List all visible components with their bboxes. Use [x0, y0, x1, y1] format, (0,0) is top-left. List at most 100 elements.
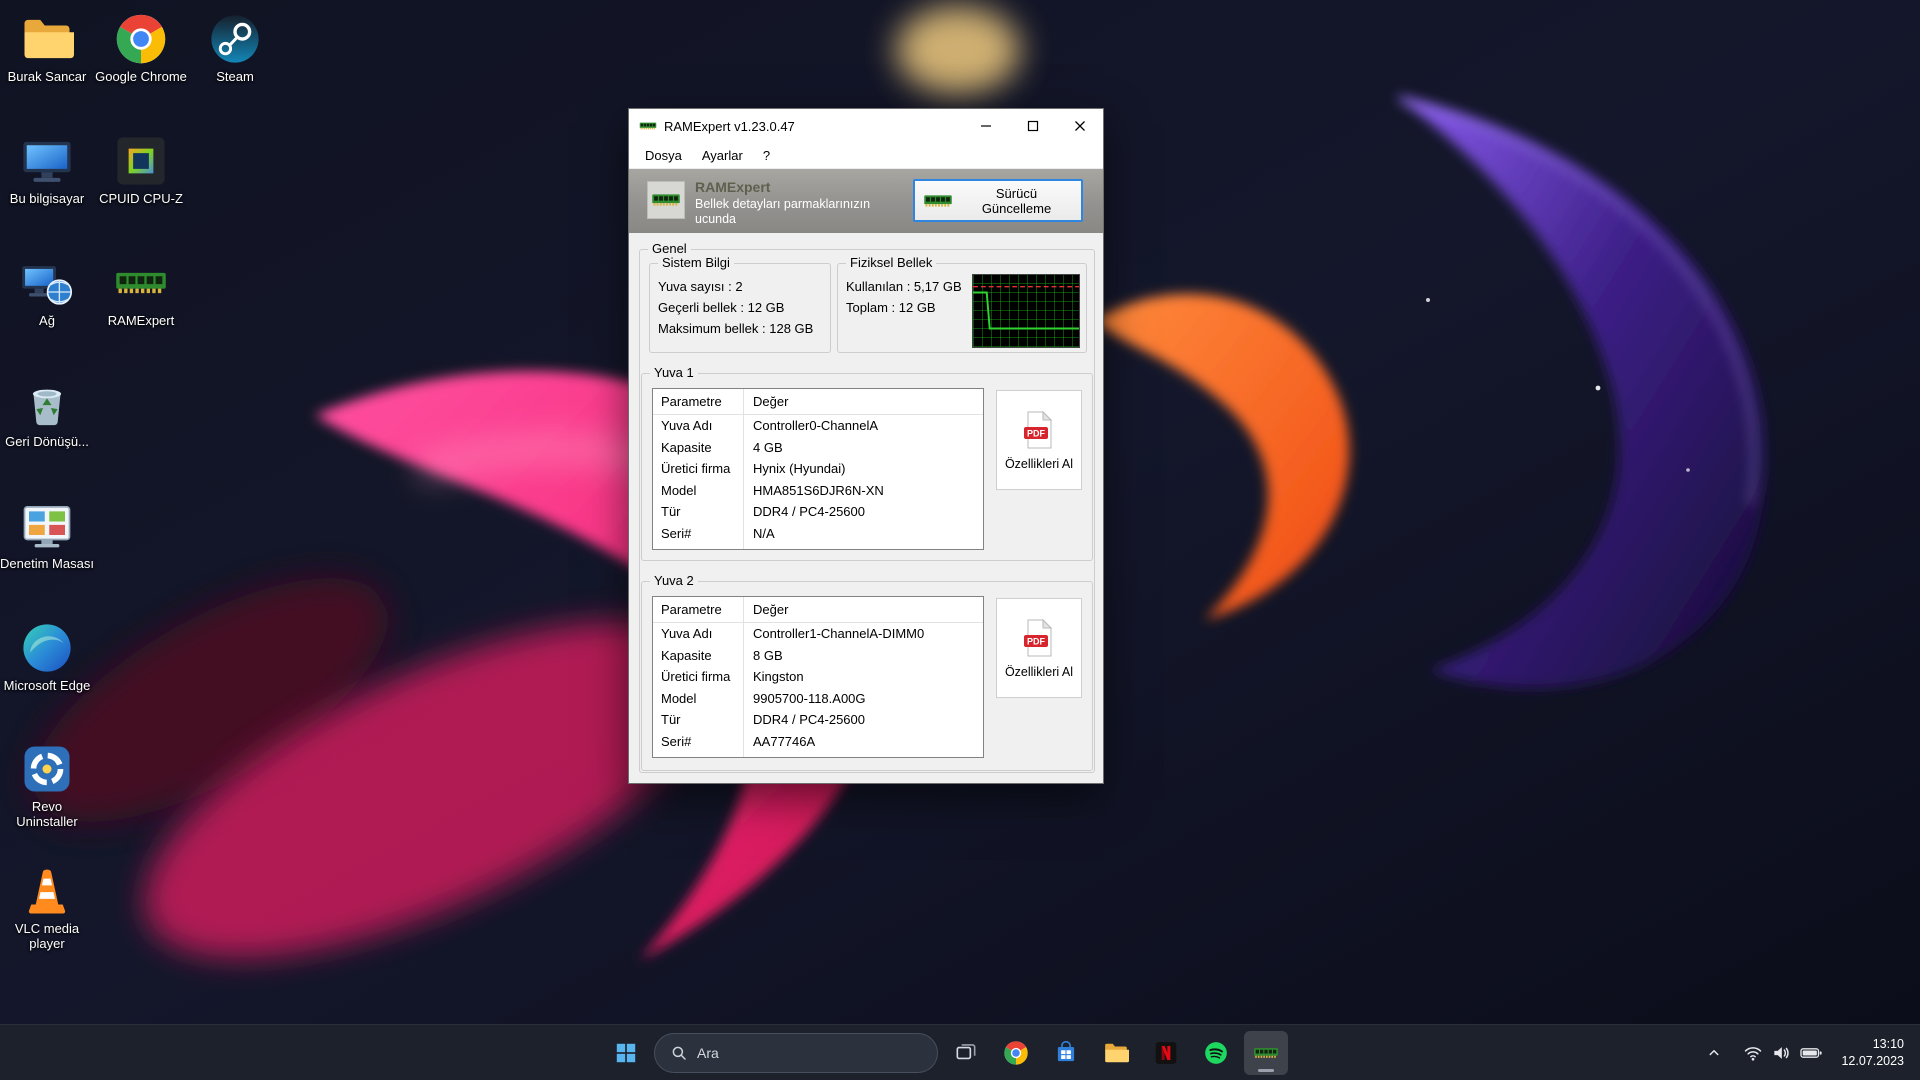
app-name: RAMExpert [695, 179, 770, 195]
driver-update-button[interactable]: Sürücü Güncelleme [913, 179, 1083, 222]
desktop-icon-label: VLC media player [0, 921, 94, 951]
menu-help[interactable]: ? [753, 144, 780, 167]
value-cell: 9905700-118.A00G [743, 691, 983, 706]
tray-show-hidden-icons[interactable] [1699, 1033, 1729, 1073]
ramexpert-logo [647, 181, 685, 219]
desktop-icon-this-pc[interactable]: Bu bilgisayar [0, 134, 94, 206]
param-cell: Yuva Adı [653, 418, 743, 433]
desktop-icon-network[interactable]: Ağ [0, 256, 94, 328]
minimize-button[interactable] [962, 109, 1009, 143]
max-memory: Maksimum bellek : 128 GB [658, 318, 813, 339]
param-cell: Tür [653, 504, 743, 519]
desktop-icon-cpuz[interactable]: CPUID CPU-Z [94, 134, 188, 206]
value-cell: HMA851S6DJR6N-XN [743, 483, 983, 498]
taskbar-netflix[interactable] [1144, 1031, 1188, 1075]
chevron-up-icon [1705, 1044, 1723, 1062]
ram-icon [639, 117, 657, 135]
desktop-icon-label: Burak Sancar [0, 69, 94, 84]
chrome-icon [1003, 1040, 1029, 1066]
param-cell: Tür [653, 712, 743, 727]
wifi-icon [1743, 1043, 1763, 1063]
search-label: Ara [697, 1045, 719, 1061]
param-cell: Üretici firma [653, 461, 743, 476]
group-system-info-title: Sistem Bilgi [658, 255, 734, 270]
taskbar-file-explorer[interactable] [1094, 1031, 1138, 1075]
current-memory: Geçerli bellek : 12 GB [658, 297, 813, 318]
column-header: Parametre [653, 394, 743, 409]
slot1-get-specs-button[interactable]: Özellikleri Al [996, 390, 1082, 490]
table-row: Kapasite 8 GB [653, 645, 983, 667]
value-cell: Controller1-ChannelA-DIMM0 [743, 626, 983, 641]
desktop-icon-recycle-bin[interactable]: Geri Dönüşü... [0, 377, 94, 449]
column-header: Değer [743, 394, 983, 409]
table-row: Yuva Adı Controller1-ChannelA-DIMM0 [653, 623, 983, 645]
desktop-icon-vlc[interactable]: VLC media player [0, 864, 94, 951]
taskbar-spotify[interactable] [1194, 1031, 1238, 1075]
window-titlebar[interactable]: RAMExpert v1.23.0.47 [629, 109, 1103, 143]
edge-icon [20, 621, 74, 675]
param-cell: Yuva Adı [653, 626, 743, 641]
tray-status-area[interactable] [1735, 1033, 1831, 1073]
desktop-icon-label: Google Chrome [94, 69, 188, 84]
table-row: Seri# N/A [653, 523, 983, 545]
value-cell: DDR4 / PC4-25600 [743, 712, 983, 727]
vlc-icon [20, 864, 74, 918]
taskbar-microsoft-store[interactable] [1044, 1031, 1088, 1075]
desktop-icon-label: Denetim Masası [0, 556, 94, 571]
spotify-icon [1203, 1040, 1229, 1066]
table-row: Model HMA851S6DJR6N-XN [653, 480, 983, 502]
maximize-button[interactable] [1009, 109, 1056, 143]
value-cell: 8 GB [743, 648, 983, 663]
close-button[interactable] [1056, 109, 1103, 143]
taskbar-chrome[interactable] [994, 1031, 1038, 1075]
param-cell: Kapasite [653, 648, 743, 663]
memory-usage-graph [972, 274, 1080, 348]
desktop-icon-steam[interactable]: Steam [188, 12, 282, 84]
menu-bar: Dosya Ayarlar ? [629, 143, 1103, 169]
table-header-row: Parametre Değer [653, 389, 983, 415]
task-view-button[interactable] [944, 1031, 988, 1075]
maximize-icon [1027, 120, 1039, 132]
param-cell: Kapasite [653, 440, 743, 455]
taskbar: Ara 13:10 12.07.2023 [0, 1024, 1920, 1080]
group-genel-title: Genel [648, 241, 691, 256]
desktop-icon-control-panel[interactable]: Denetim Masası [0, 499, 94, 571]
cpuz-icon [114, 134, 168, 188]
slot-count: Yuva sayısı : 2 [658, 276, 813, 297]
minimize-icon [980, 120, 992, 132]
taskbar-search[interactable]: Ara [654, 1033, 938, 1073]
desktop-icon-revo[interactable]: Revo Uninstaller [0, 742, 94, 829]
folder-icon [1103, 1040, 1129, 1066]
group-physical-memory-title: Fiziksel Bellek [846, 255, 936, 270]
search-icon [670, 1044, 688, 1062]
desktop-icon-ramexpert[interactable]: RAMExpert [94, 256, 188, 328]
desktop-icon-edge[interactable]: Microsoft Edge [0, 621, 94, 693]
taskbar-clock[interactable]: 13:10 12.07.2023 [1837, 1036, 1914, 1070]
desktop-icon-label: Revo Uninstaller [0, 799, 94, 829]
group-slot2-title: Yuva 2 [650, 573, 698, 588]
menu-dosya[interactable]: Dosya [635, 144, 692, 167]
table-row: Seri# AA77746A [653, 731, 983, 753]
network-icon [20, 256, 74, 310]
pdf-icon [1019, 410, 1059, 450]
menu-ayarlar[interactable]: Ayarlar [692, 144, 753, 167]
driver-update-label: Sürücü Güncelleme [960, 186, 1073, 216]
table-header-row: Parametre Değer [653, 597, 983, 623]
desktop-icon-google-chrome[interactable]: Google Chrome [94, 12, 188, 84]
desktop-icon-burak-sancar[interactable]: Burak Sancar [0, 12, 94, 84]
desktop: Burak Sancar Google Chrome Steam Bu bilg… [0, 0, 1920, 1080]
taskbar-ramexpert[interactable] [1244, 1031, 1288, 1075]
value-cell: DDR4 / PC4-25600 [743, 504, 983, 519]
pdf-icon [1019, 618, 1059, 658]
battery-icon [1799, 1043, 1823, 1063]
group-system-info: Sistem Bilgi Yuva sayısı : 2 Geçerli bel… [649, 263, 831, 353]
netflix-icon [1153, 1040, 1179, 1066]
group-slot1: Yuva 1 Parametre Değer Yuva Adı Controll… [641, 373, 1093, 561]
get-specs-label: Özellikleri Al [1005, 665, 1073, 679]
desktop-icon-label: Geri Dönüşü... [0, 434, 94, 449]
task-view-icon [953, 1040, 979, 1066]
steam-icon [208, 12, 262, 66]
slot2-get-specs-button[interactable]: Özellikleri Al [996, 598, 1082, 698]
value-cell: 4 GB [743, 440, 983, 455]
start-button[interactable] [604, 1031, 648, 1075]
